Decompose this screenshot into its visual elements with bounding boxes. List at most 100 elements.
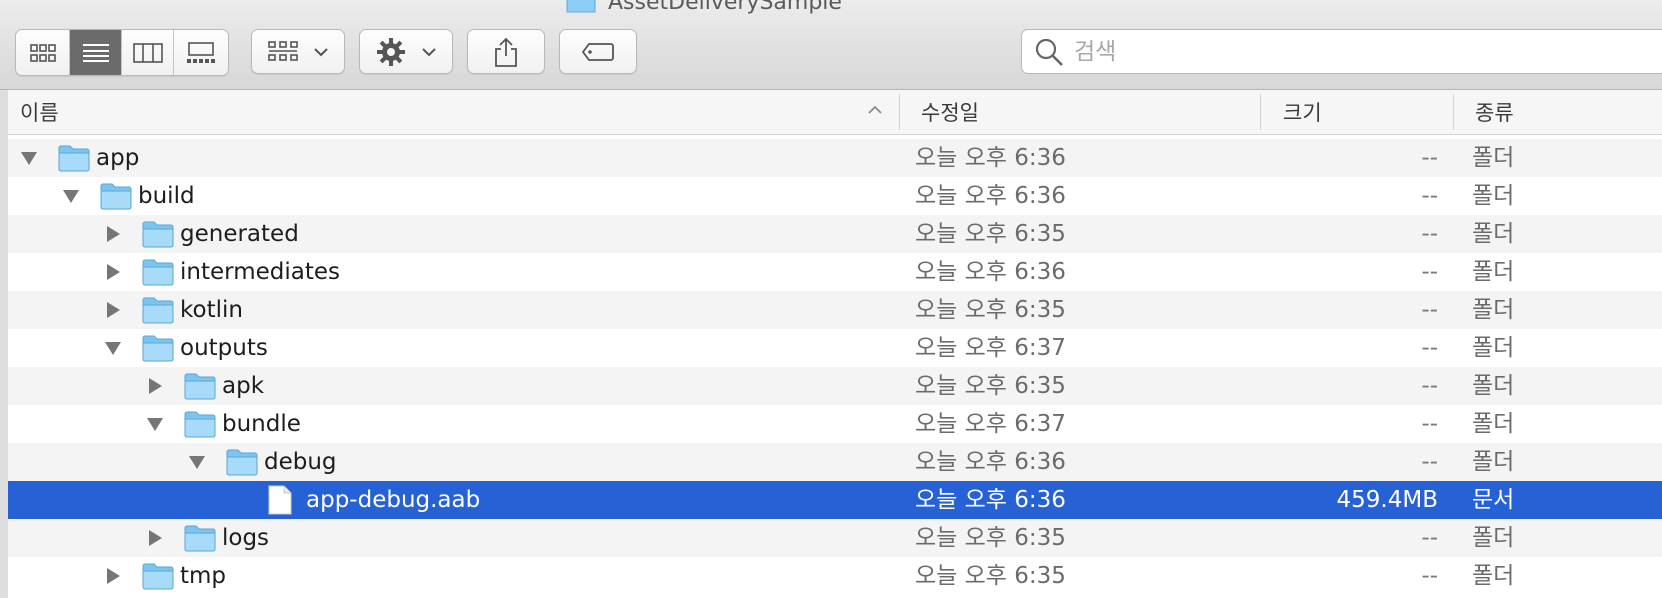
list-view-icon	[82, 43, 109, 62]
file-row[interactable]: apk 오늘 오후 6:35 -- 폴더	[8, 367, 1662, 405]
file-kind: 폴더	[1472, 449, 1515, 475]
file-list: app 오늘 오후 6:36 -- 폴더 build 오늘 오후 6:36 -- 폴더 gene…	[8, 139, 1662, 595]
sidebar-edge	[0, 90, 8, 598]
file-row[interactable]: kotlin 오늘 오후 6:35 -- 폴더	[8, 291, 1662, 329]
modified-date: 오늘 오후 6:36	[915, 183, 1066, 209]
folder-icon	[142, 221, 174, 248]
disclosure-expanded-icon[interactable]	[20, 150, 38, 166]
disclosure-collapsed-icon[interactable]	[146, 530, 164, 546]
column-header-modified[interactable]: 수정일	[921, 90, 1261, 134]
file-name: build	[138, 183, 195, 209]
file-row[interactable]: logs 오늘 오후 6:35 -- 폴더	[8, 519, 1662, 557]
file-size: --	[1421, 221, 1438, 247]
file-name: app	[96, 145, 140, 171]
file-name: app-debug.aab	[306, 487, 481, 513]
sort-ascending-icon	[868, 105, 882, 114]
share-icon	[495, 37, 517, 67]
modified-date: 오늘 오후 6:35	[915, 563, 1066, 589]
search-input[interactable]	[1072, 37, 1636, 66]
file-kind: 폴더	[1472, 297, 1515, 323]
folder-icon	[142, 335, 174, 362]
column-divider[interactable]	[899, 94, 900, 130]
modified-date: 오늘 오후 6:36	[915, 259, 1066, 285]
file-name: kotlin	[180, 297, 243, 323]
view-mode-control	[15, 29, 229, 76]
file-name: outputs	[180, 335, 268, 361]
file-kind: 폴더	[1472, 183, 1515, 209]
folder-icon	[566, 0, 596, 13]
disclosure-collapsed-icon[interactable]	[104, 568, 122, 584]
disclosure-collapsed-icon[interactable]	[104, 302, 122, 318]
group-by-button[interactable]	[251, 29, 345, 74]
file-size: --	[1421, 297, 1438, 323]
column-view-button[interactable]	[122, 30, 174, 75]
file-kind: 폴더	[1472, 563, 1515, 589]
file-size: 459.4MB	[1336, 487, 1438, 513]
file-kind: 폴더	[1472, 221, 1515, 247]
file-kind: 폴더	[1472, 259, 1515, 285]
file-size: --	[1421, 411, 1438, 437]
search-icon	[1035, 38, 1063, 66]
list-view-button[interactable]	[70, 30, 122, 75]
share-button[interactable]	[467, 29, 545, 74]
folder-icon	[58, 145, 90, 172]
search-field[interactable]	[1021, 29, 1662, 74]
folder-icon	[226, 449, 258, 476]
folder-icon	[184, 525, 216, 552]
folder-icon	[142, 259, 174, 286]
file-name: apk	[222, 373, 265, 399]
modified-date: 오늘 오후 6:35	[915, 525, 1066, 551]
chevron-down-icon	[422, 47, 436, 56]
column-header-kind[interactable]: 종류	[1475, 90, 1655, 134]
gallery-view-button[interactable]	[174, 30, 228, 75]
file-kind: 폴더	[1472, 145, 1515, 171]
disclosure-expanded-icon[interactable]	[146, 416, 164, 432]
column-divider[interactable]	[1260, 94, 1261, 130]
disclosure-expanded-icon[interactable]	[188, 454, 206, 470]
column-divider[interactable]	[1453, 94, 1454, 130]
file-name: intermediates	[180, 259, 340, 285]
file-kind: 폴더	[1472, 373, 1515, 399]
action-menu-button[interactable]	[359, 29, 453, 74]
folder-icon	[184, 411, 216, 438]
gear-icon	[377, 37, 405, 66]
file-kind: 폴더	[1472, 335, 1515, 361]
folder-icon	[142, 297, 174, 324]
file-row[interactable]: generated 오늘 오후 6:35 -- 폴더	[8, 215, 1662, 253]
icon-view-icon	[29, 43, 56, 62]
file-row[interactable]: outputs 오늘 오후 6:37 -- 폴더	[8, 329, 1662, 367]
file-row[interactable]: app-debug.aab 오늘 오후 6:36 459.4MB 문서	[8, 481, 1662, 519]
file-row[interactable]: tmp 오늘 오후 6:35 -- 폴더	[8, 557, 1662, 595]
modified-date: 오늘 오후 6:36	[915, 487, 1066, 513]
file-row[interactable]: bundle 오늘 오후 6:37 -- 폴더	[8, 405, 1662, 443]
disclosure-collapsed-icon[interactable]	[146, 378, 164, 394]
file-row[interactable]: intermediates 오늘 오후 6:36 -- 폴더	[8, 253, 1662, 291]
tag-button[interactable]	[559, 29, 637, 74]
window-title-text: AssetDeliverySample	[608, 0, 842, 15]
file-name: generated	[180, 221, 299, 247]
file-row[interactable]: debug 오늘 오후 6:36 -- 폴더	[8, 443, 1662, 481]
disclosure-collapsed-icon[interactable]	[104, 264, 122, 280]
document-icon	[268, 485, 292, 515]
folder-icon	[100, 183, 132, 210]
file-row[interactable]: build 오늘 오후 6:36 -- 폴더	[8, 177, 1662, 215]
file-name: tmp	[180, 563, 227, 589]
modified-date: 오늘 오후 6:37	[915, 335, 1066, 361]
column-size-label: 크기	[1283, 101, 1322, 125]
finder-toolbar: AssetDeliverySample	[0, 0, 1662, 90]
disclosure-expanded-icon[interactable]	[62, 188, 80, 204]
column-name-label: 이름	[20, 101, 59, 125]
file-kind: 폴더	[1472, 411, 1515, 437]
disclosure-collapsed-icon[interactable]	[104, 226, 122, 242]
icon-view-button[interactable]	[16, 30, 70, 75]
modified-date: 오늘 오후 6:35	[915, 373, 1066, 399]
folder-icon	[142, 563, 174, 590]
file-size: --	[1421, 373, 1438, 399]
folder-icon	[184, 373, 216, 400]
file-size: --	[1421, 259, 1438, 285]
disclosure-expanded-icon[interactable]	[104, 340, 122, 356]
file-row[interactable]: app 오늘 오후 6:36 -- 폴더	[8, 139, 1662, 177]
column-header-name[interactable]: 이름	[20, 90, 900, 134]
column-header-size[interactable]: 크기	[1283, 90, 1463, 134]
file-size: --	[1421, 145, 1438, 171]
